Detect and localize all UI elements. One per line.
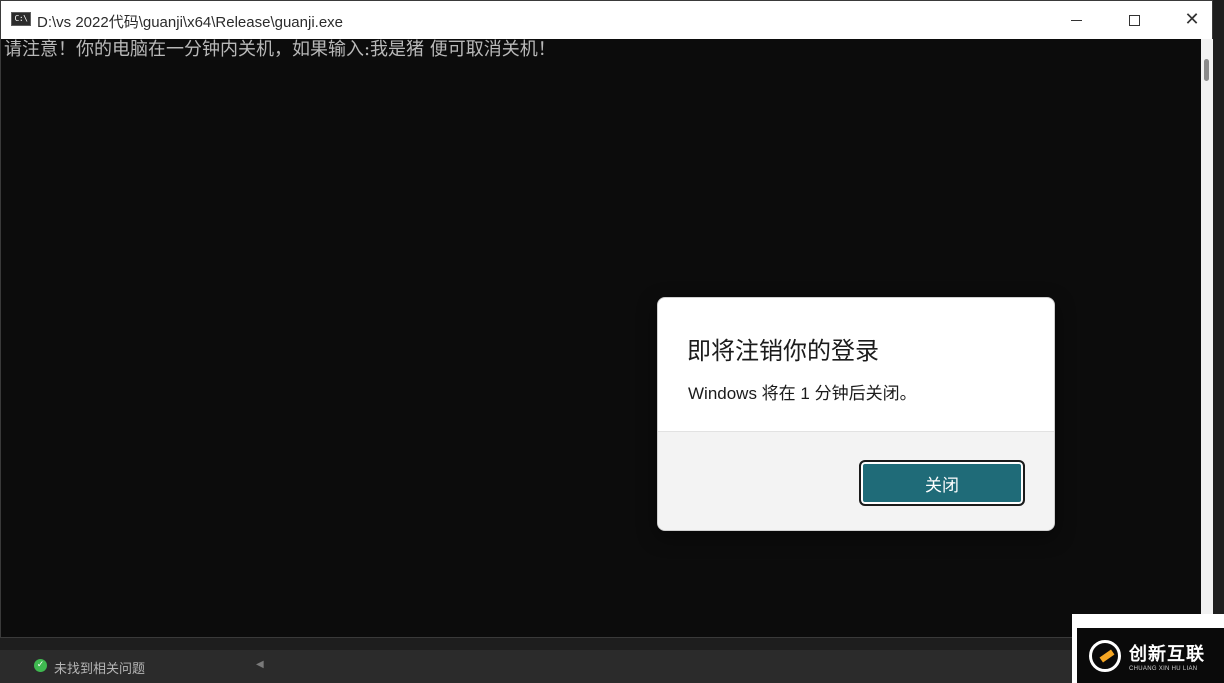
maximize-button[interactable] xyxy=(1105,1,1163,39)
brand-logo-icon xyxy=(1089,639,1121,672)
titlebar[interactable]: C:\ D:\vs 2022代码\guanji\x64\Release\guan… xyxy=(1,1,1212,39)
console-output: 请注意！你的电脑在一分钟内关机，如果输入:我是猪 便可取消关机！ xyxy=(4,39,556,60)
scroll-thumb[interactable] xyxy=(1204,59,1209,81)
watermark-title: 创新互联 xyxy=(1129,643,1205,665)
vertical-scrollbar[interactable] xyxy=(1201,39,1213,638)
close-icon: ✕ xyxy=(1184,9,1200,30)
status-text: 未找到相关问题 xyxy=(54,662,146,677)
minimize-icon xyxy=(1070,19,1082,21)
watermark-badge: 创新互联 CHUANG XIN HU LIAN xyxy=(1077,628,1224,683)
collapse-arrow-icon[interactable]: ◀ xyxy=(256,659,264,670)
minimize-button[interactable] xyxy=(1047,1,1105,39)
console-app-icon: C:\ xyxy=(11,12,31,26)
dialog-title: 即将注销你的登录 xyxy=(687,337,879,365)
dialog-message: Windows 将在 1 分钟后关闭。 xyxy=(688,384,917,403)
window-title: D:\vs 2022代码\guanji\x64\Release\guanji.e… xyxy=(37,14,344,31)
status-bar: ✓ 未找到相关问题 ◀ xyxy=(0,650,1224,683)
watermark: 创新互联 CHUANG XIN HU LIAN xyxy=(1072,614,1224,683)
shutdown-dialog: 即将注销你的登录 Windows 将在 1 分钟后关闭。 关闭 xyxy=(657,297,1055,531)
watermark-subtitle: CHUANG XIN HU LIAN xyxy=(1129,665,1198,672)
dialog-close-button[interactable]: 关闭 xyxy=(859,460,1025,506)
dialog-footer: 关闭 xyxy=(658,431,1054,530)
close-window-button[interactable]: ✕ xyxy=(1163,1,1221,39)
screen: C:\ D:\vs 2022代码\guanji\x64\Release\guan… xyxy=(0,0,1224,683)
maximize-icon xyxy=(1128,14,1140,26)
check-circle-icon: ✓ xyxy=(34,659,47,672)
